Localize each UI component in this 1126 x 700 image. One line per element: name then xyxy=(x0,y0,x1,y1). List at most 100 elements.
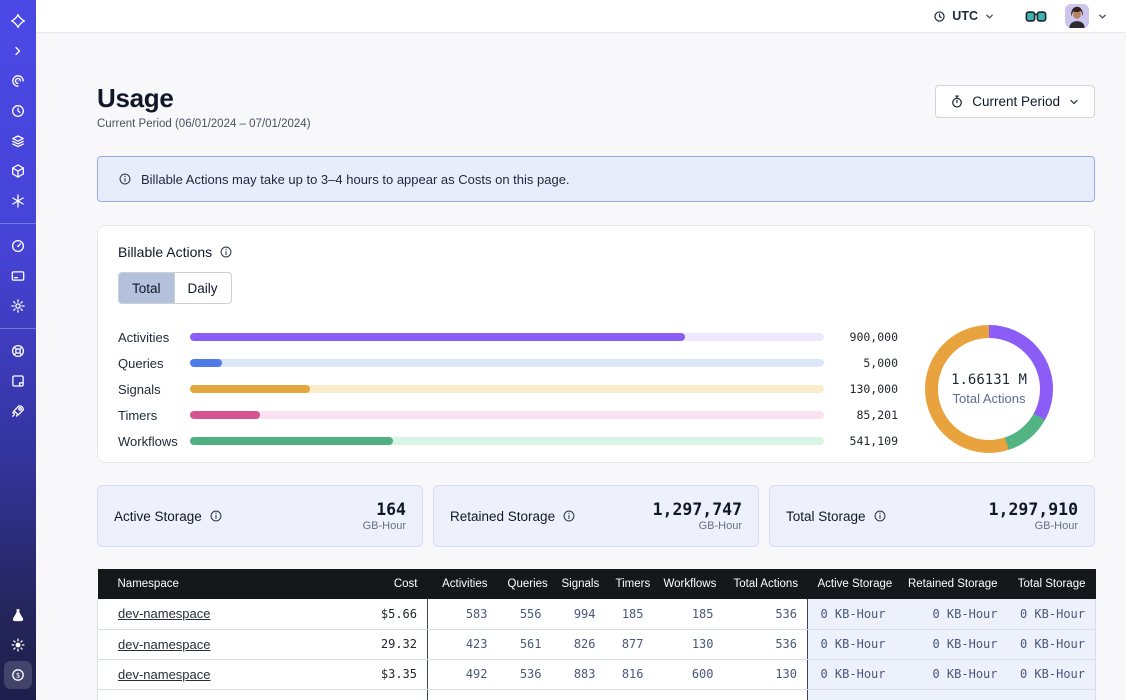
sidebar-item-retention-clock[interactable] xyxy=(4,97,32,125)
sidebar-item-spiral[interactable] xyxy=(4,67,32,95)
account-chevron-down-icon[interactable] xyxy=(1097,11,1108,22)
topbar: UTC xyxy=(36,0,1126,33)
chevron-down-icon xyxy=(1068,96,1080,108)
table-cell: 0 KB-Hour xyxy=(1008,659,1096,689)
table-cell xyxy=(428,689,498,700)
chevron-right-icon xyxy=(10,43,26,59)
bar-fill xyxy=(190,333,685,341)
timezone-selector[interactable]: UTC xyxy=(933,9,995,23)
total-storage-value: 1,297,910 xyxy=(989,500,1078,519)
active-storage-label: Active Storage xyxy=(114,509,202,524)
sidebar-divider xyxy=(0,328,36,329)
namespace-cell: dev-namespace xyxy=(98,629,318,659)
table-cell: 492 xyxy=(428,659,498,689)
bar-track xyxy=(190,385,824,393)
temporal-logo-icon xyxy=(10,13,26,29)
period-selector-button[interactable]: Current Period xyxy=(935,85,1095,118)
table-cell: 556 xyxy=(498,599,552,629)
namespace-link[interactable]: dev-namespace xyxy=(118,637,211,652)
table-cell xyxy=(896,689,1008,700)
sidebar-item-cube[interactable] xyxy=(4,157,32,185)
column-header: Retained Storage xyxy=(896,569,1008,599)
active-storage-value: 164 xyxy=(363,500,406,519)
gauge-icon xyxy=(10,238,26,254)
info-icon[interactable] xyxy=(219,245,233,259)
view-toggle: Total Daily xyxy=(118,272,232,304)
page-header: Usage Current Period (06/01/2024 – 07/01… xyxy=(97,83,1095,130)
column-header: Total Actions xyxy=(724,569,808,599)
table-cell: 130 xyxy=(654,629,724,659)
sidebar-item-layers[interactable] xyxy=(4,127,32,155)
credit-card-icon xyxy=(10,268,26,284)
billable-actions-title: Billable Actions xyxy=(118,244,212,260)
info-banner-text: Billable Actions may take up to 3–4 hour… xyxy=(141,172,570,187)
sidebar-item-dollar-coin[interactable]: $ xyxy=(4,661,32,689)
bar-value: 85,201 xyxy=(838,408,898,422)
lifebuoy-icon xyxy=(10,343,26,359)
billable-actions-bar-chart: Activities900,000Queries5,000Signals130,… xyxy=(118,324,904,454)
cube-icon xyxy=(10,163,26,179)
namespace-link[interactable]: dev-namespace xyxy=(118,606,211,621)
total-storage-unit: GB-Hour xyxy=(989,520,1078,532)
total-storage-label: Total Storage xyxy=(786,509,866,524)
sidebar-item-flask[interactable] xyxy=(4,601,32,629)
table-cell: 536 xyxy=(498,659,552,689)
dollar-coin-icon: $ xyxy=(10,667,26,683)
table-cell: 600 xyxy=(654,659,724,689)
namespace-link[interactable]: dev-namespace xyxy=(118,667,211,682)
spiral-icon xyxy=(10,73,26,89)
bar-track xyxy=(190,359,824,367)
table-cell xyxy=(98,689,318,700)
namespace-cell: dev-namespace xyxy=(98,599,318,629)
sidebar-item-gauge[interactable] xyxy=(4,232,32,260)
retained-storage-label: Retained Storage xyxy=(450,509,555,524)
tab-total[interactable]: Total xyxy=(119,273,175,303)
sidebar-item-lifebuoy[interactable] xyxy=(4,337,32,365)
avatar[interactable] xyxy=(1065,4,1089,28)
glasses-icon[interactable] xyxy=(1025,9,1047,24)
layers-icon xyxy=(10,133,26,149)
column-header: Queries xyxy=(498,569,552,599)
table-row: dev-namespace$5.665835569941851855360 KB… xyxy=(98,599,1096,629)
column-header: Timers xyxy=(606,569,654,599)
info-icon xyxy=(118,172,132,186)
retained-storage-unit: GB-Hour xyxy=(653,520,742,532)
tab-daily[interactable]: Daily xyxy=(175,273,231,303)
table-cell: $5.66 xyxy=(318,599,428,629)
bar-value: 900,000 xyxy=(838,330,898,344)
table-cell: 130 xyxy=(724,659,808,689)
column-header: Cost xyxy=(318,569,428,599)
bar-track xyxy=(190,333,824,341)
table-cell xyxy=(552,689,606,700)
column-header: Total Storage xyxy=(1008,569,1096,599)
table-cell xyxy=(606,689,654,700)
usage-bar-row: Queries5,000 xyxy=(118,350,898,376)
sidebar-item-credit-card[interactable] xyxy=(4,262,32,290)
sidebar-item-rocket[interactable] xyxy=(4,397,32,425)
sidebar-item-temporal-logo[interactable] xyxy=(4,7,32,35)
table-cell: 583 xyxy=(428,599,498,629)
bar-label: Workflows xyxy=(118,434,190,449)
info-icon[interactable] xyxy=(873,509,887,523)
sidebar-item-asterisk[interactable] xyxy=(4,187,32,215)
info-icon[interactable] xyxy=(562,509,576,523)
table-row xyxy=(98,689,1096,700)
sidebar-item-sun[interactable] xyxy=(4,631,32,659)
donut-total-label: Total Actions xyxy=(953,391,1026,406)
namespace-cell: dev-namespace xyxy=(98,659,318,689)
period-selector-label: Current Period xyxy=(972,94,1060,109)
clock-icon xyxy=(933,10,946,23)
sun-icon xyxy=(10,637,26,653)
sidebar-item-docs[interactable] xyxy=(4,367,32,395)
sidebar-item-chevron-right[interactable] xyxy=(4,37,32,65)
page-title: Usage xyxy=(97,83,311,113)
retained-storage-card: Retained Storage 1,297,747 GB-Hour xyxy=(433,485,759,547)
table-cell: 536 xyxy=(724,629,808,659)
usage-bar-row: Timers85,201 xyxy=(118,402,898,428)
table-cell: 0 KB-Hour xyxy=(808,599,896,629)
donut-total-value: 1.66131 M xyxy=(951,372,1027,388)
bar-fill xyxy=(190,437,393,445)
info-icon[interactable] xyxy=(209,509,223,523)
table-cell: 536 xyxy=(724,599,808,629)
sidebar-item-gear[interactable] xyxy=(4,292,32,320)
